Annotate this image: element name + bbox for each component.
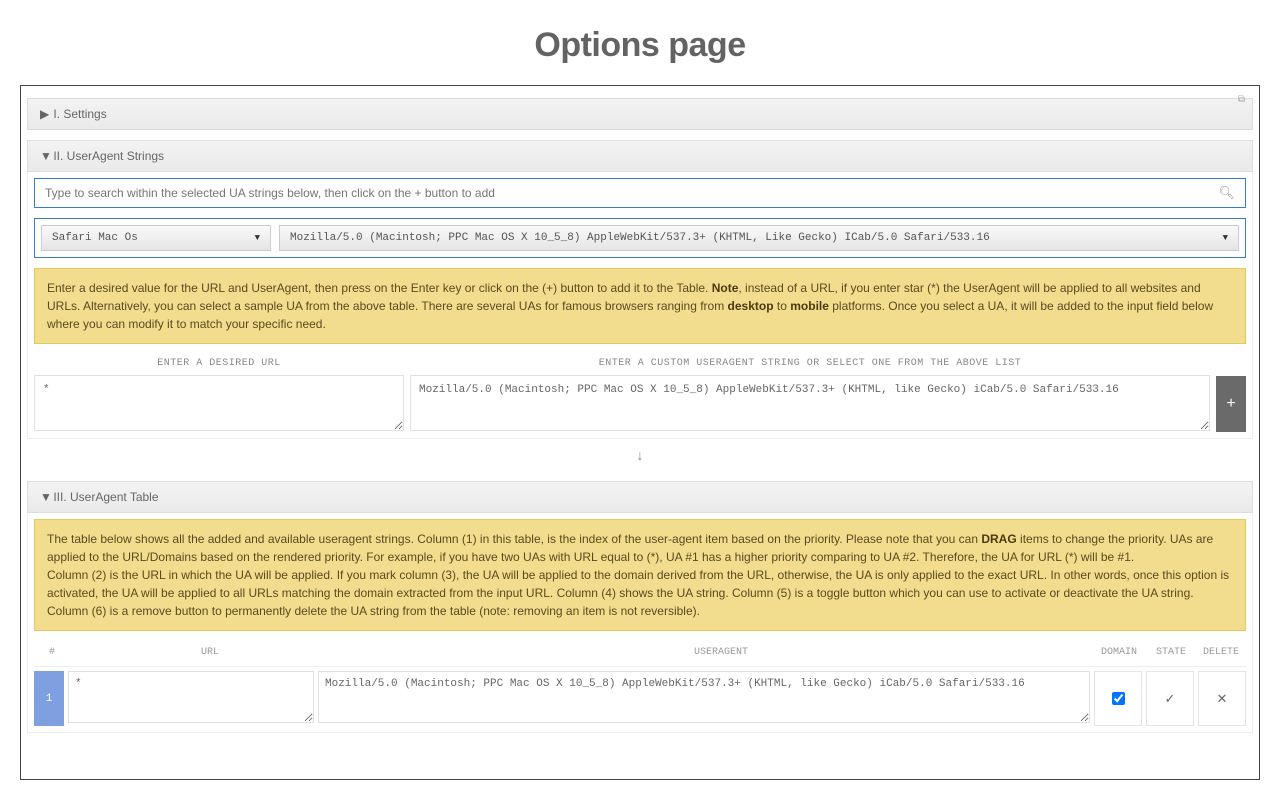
col-index: # — [34, 647, 70, 658]
row-index: 1 — [34, 671, 64, 726]
section-body-ua-table: The table below shows all the added and … — [27, 513, 1253, 733]
hint-text: to — [774, 299, 791, 313]
hint-mobile: mobile — [790, 299, 829, 313]
hint-desktop: desktop — [728, 299, 774, 313]
url-input[interactable] — [34, 375, 404, 431]
url-input-col: Enter a desired URL — [34, 352, 404, 432]
section-label: I. Settings — [53, 107, 106, 121]
col-domain: Domain — [1092, 647, 1146, 658]
section-header-ua-strings[interactable]: ▼ II. UserAgent Strings — [27, 140, 1253, 172]
os-dropdown-value: Safari Mac Os — [52, 232, 138, 244]
page-title: Options page — [0, 26, 1280, 65]
options-frame: ⧉ ▶ I. Settings ▼ II. UserAgent Strings … — [20, 85, 1260, 780]
hint-drag: DRAG — [981, 532, 1016, 546]
ua-selects-row: Safari Mac Os ▼ Mozilla/5.0 (Macintosh; … — [34, 218, 1246, 258]
chevron-down-icon: ▼ — [1223, 233, 1228, 243]
row-ua-input[interactable] — [318, 671, 1090, 723]
hint-text: The table below shows all the added and … — [47, 532, 981, 546]
col-url: URL — [70, 647, 350, 658]
row-domain-cell — [1094, 671, 1142, 726]
section-label: II. UserAgent Strings — [53, 149, 164, 163]
down-arrow-icon: ↓ — [27, 439, 1253, 477]
ua-dropdown-value: Mozilla/5.0 (Macintosh; PPC Mac OS X 10_… — [290, 232, 990, 244]
table-header-row: # URL UserAgent Domain State Delete — [34, 639, 1246, 667]
ua-table: # URL UserAgent Domain State Delete 1 ✓ — [34, 639, 1246, 730]
section-header-settings[interactable]: ▶ I. Settings — [27, 98, 1253, 130]
hint-note: Note — [712, 281, 739, 295]
col-ua: UserAgent — [350, 647, 1092, 658]
ua-input-col: Enter a custom useragent string or selec… — [410, 352, 1210, 432]
search-icon[interactable]: 🔍︎ — [1218, 185, 1235, 201]
os-dropdown[interactable]: Safari Mac Os ▼ — [41, 225, 271, 251]
url-col-label: Enter a desired URL — [34, 352, 404, 375]
row-state-toggle[interactable]: ✓ — [1146, 671, 1194, 726]
section-body-ua-strings: 🔍︎ Safari Mac Os ▼ Mozilla/5.0 (Macintos… — [27, 172, 1253, 439]
section-label: III. UserAgent Table — [53, 490, 158, 504]
ua-hint-box: Enter a desired value for the URL and Us… — [34, 268, 1246, 344]
row-delete-button[interactable]: ✕ — [1198, 671, 1246, 726]
col-state: State — [1146, 647, 1196, 658]
table-hint-box: The table below shows all the added and … — [34, 519, 1246, 631]
col-delete: Delete — [1196, 647, 1246, 658]
ua-dropdown[interactable]: Mozilla/5.0 (Macintosh; PPC Mac OS X 10_… — [279, 225, 1239, 251]
chevron-right-icon: ▶ — [40, 107, 50, 121]
row-domain-checkbox[interactable] — [1112, 692, 1125, 705]
hint-text: Enter a desired value for the URL and Us… — [47, 281, 712, 295]
window-icon[interactable]: ⧉ — [1238, 94, 1245, 105]
row-ua-cell — [318, 671, 1090, 726]
table-row[interactable]: 1 ✓ ✕ — [34, 667, 1246, 730]
chevron-down-icon: ▼ — [255, 233, 260, 243]
row-url-cell — [68, 671, 314, 726]
add-button[interactable]: + — [1216, 376, 1246, 432]
ua-col-label: Enter a custom useragent string or selec… — [410, 352, 1210, 375]
chevron-down-icon: ▼ — [40, 149, 50, 163]
row-url-input[interactable] — [68, 671, 314, 723]
hint-text: Column (2) is the URL in which the UA wi… — [47, 568, 1229, 618]
ua-search-row: 🔍︎ — [34, 178, 1246, 208]
section-header-ua-table[interactable]: ▼ III. UserAgent Table — [27, 481, 1253, 513]
ua-input[interactable] — [410, 375, 1210, 431]
chevron-down-icon: ▼ — [40, 490, 50, 504]
ua-search-input[interactable] — [45, 186, 1218, 200]
ua-input-pair: Enter a desired URL Enter a custom usera… — [34, 352, 1246, 432]
